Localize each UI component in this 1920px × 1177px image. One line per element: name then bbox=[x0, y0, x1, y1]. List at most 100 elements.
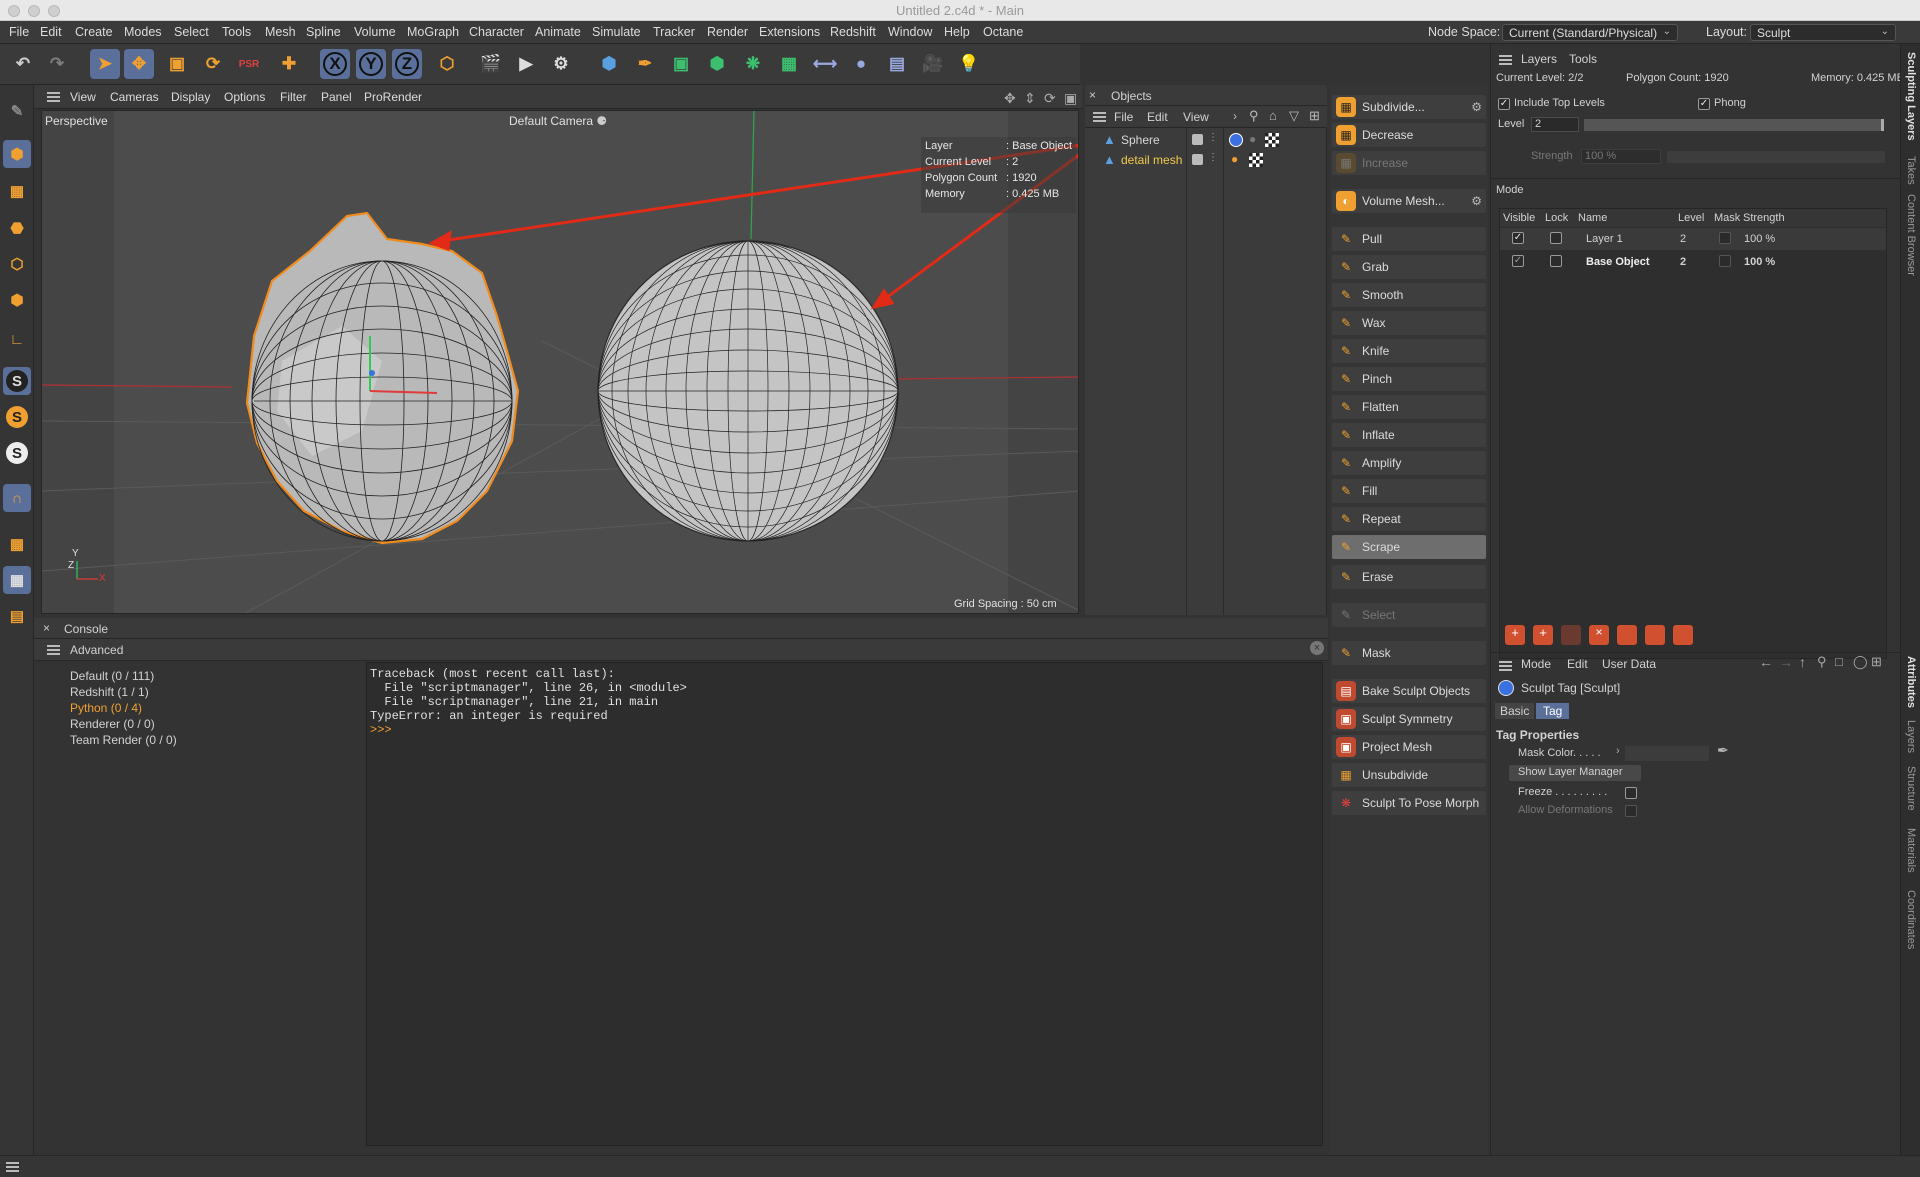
decrease-button[interactable]: ▦ Decrease bbox=[1332, 123, 1486, 147]
include-top-levels-checkbox[interactable]: ✓ bbox=[1498, 98, 1510, 110]
allow-deformations-checkbox[interactable] bbox=[1625, 805, 1637, 817]
brush-erase-button[interactable]: ✎ Erase bbox=[1332, 565, 1486, 589]
brush-amplify-button[interactable]: ✎ Amplify bbox=[1332, 451, 1486, 475]
level-slider-handle[interactable] bbox=[1881, 119, 1884, 131]
layer-visible-checkbox[interactable]: ✓ bbox=[1512, 232, 1524, 244]
home-icon[interactable]: ⌂ bbox=[1269, 108, 1277, 123]
field-button[interactable]: ● bbox=[846, 49, 876, 79]
menu-extensions[interactable]: Extensions bbox=[759, 25, 820, 39]
history-icon[interactable]: ◯ bbox=[1853, 654, 1868, 670]
level-input[interactable]: 2 bbox=[1531, 117, 1579, 132]
mask-color-swatch[interactable] bbox=[1625, 746, 1709, 761]
menu-spline[interactable]: Spline bbox=[306, 25, 341, 39]
new-window-icon[interactable]: ⊞ bbox=[1871, 654, 1882, 670]
brush-inflate-button[interactable]: ✎ Inflate bbox=[1332, 423, 1486, 447]
bake-sculpt-objects-button[interactable]: ▤ Bake Sculpt Objects bbox=[1332, 679, 1486, 703]
pan-icon[interactable]: ✥ bbox=[1004, 90, 1016, 107]
dolly-icon[interactable]: ⇕ bbox=[1024, 90, 1036, 107]
attributes-menu-mode[interactable]: Mode bbox=[1521, 657, 1551, 671]
brush-flatten-button[interactable]: ✎ Flatten bbox=[1332, 395, 1486, 419]
orbit-icon[interactable]: ⟳ bbox=[1044, 90, 1056, 107]
layer-visibility-icon[interactable] bbox=[1192, 154, 1203, 165]
objects-menu-file[interactable]: File bbox=[1114, 110, 1133, 124]
node-space-dropdown[interactable]: Current (Standard/Physical) ⌄ bbox=[1502, 24, 1678, 41]
locked-workplane-button[interactable]: ▦ bbox=[3, 566, 31, 594]
clear-layer-icon[interactable]: × bbox=[1589, 625, 1609, 645]
forward-arrow-icon[interactable]: → bbox=[1779, 654, 1793, 670]
texture-tag-icon[interactable] bbox=[1249, 153, 1263, 167]
up-arrow-icon[interactable]: ↑ bbox=[1799, 654, 1806, 670]
table-row[interactable]: ✓ Base Object 2 100 % bbox=[1500, 251, 1886, 273]
viewport-menu-panel[interactable]: Panel bbox=[321, 90, 352, 104]
sculpt-tag-icon[interactable] bbox=[1229, 133, 1243, 147]
clear-console-icon[interactable]: × bbox=[1310, 641, 1324, 655]
object-row-detail-mesh[interactable]: ▲ detail mesh ⋮ ● bbox=[1085, 152, 1325, 170]
cube-object-button[interactable]: ⬢ bbox=[594, 49, 624, 79]
chevron-right-icon[interactable]: › bbox=[1616, 745, 1620, 757]
menu-simulate[interactable]: Simulate bbox=[592, 25, 641, 39]
channel-default[interactable]: Default (0 / 111) bbox=[70, 669, 154, 683]
menu-edit[interactable]: Edit bbox=[40, 25, 62, 39]
volume-mesh-button[interactable]: ◐ Volume Mesh... ⚙ bbox=[1332, 189, 1486, 213]
workplane-button[interactable]: ▦ bbox=[3, 530, 31, 558]
perspective-viewport[interactable]: Perspective Default Camera ⚈ Layer : Bas… bbox=[41, 110, 1079, 614]
subdivide-button[interactable]: ▦ Subdivide... ⚙ bbox=[1332, 95, 1486, 119]
scale-tool-button[interactable]: ▣ bbox=[162, 49, 192, 79]
level-slider[interactable] bbox=[1584, 119, 1884, 131]
objects-menu-edit[interactable]: Edit bbox=[1147, 110, 1168, 124]
menu-redshift[interactable]: Redshift bbox=[830, 25, 876, 39]
phong-checkbox[interactable]: ✓ bbox=[1698, 98, 1710, 110]
move-tool-button[interactable]: ✥ bbox=[124, 49, 154, 79]
search-icon[interactable]: ⚲ bbox=[1249, 108, 1259, 124]
render-to-picture-viewer-button[interactable]: ▶ bbox=[511, 49, 541, 79]
attributes-menu-user-data[interactable]: User Data bbox=[1602, 657, 1656, 671]
channel-team-render[interactable]: Team Render (0 / 0) bbox=[70, 733, 177, 747]
pen-tool-button[interactable]: ✒ bbox=[630, 49, 660, 79]
menu-volume[interactable]: Volume bbox=[354, 25, 396, 39]
mask-brush-button[interactable]: ✎ Mask bbox=[1332, 641, 1486, 665]
hamburger-icon[interactable] bbox=[47, 645, 60, 655]
sculpt-to-pose-morph-button[interactable]: ❋ Sculpt To Pose Morph bbox=[1332, 791, 1486, 815]
brush-knife-button[interactable]: ✎ Knife bbox=[1332, 339, 1486, 363]
menu-animate[interactable]: Animate bbox=[535, 25, 581, 39]
camera-button[interactable]: 🎥 bbox=[918, 49, 948, 79]
edges-mode-button[interactable]: ⬡ bbox=[3, 250, 31, 278]
magnet-button[interactable]: ∩ bbox=[3, 484, 31, 512]
brush-pull-button[interactable]: ✎ Pull bbox=[1332, 227, 1486, 251]
brush-scrape-button[interactable]: ✎ Scrape bbox=[1332, 535, 1486, 559]
hamburger-icon[interactable] bbox=[1093, 112, 1106, 122]
y-axis-button[interactable]: Y bbox=[356, 49, 386, 79]
project-mesh-button[interactable]: ▣ Project Mesh bbox=[1332, 735, 1486, 759]
z-axis-button[interactable]: Z bbox=[392, 49, 422, 79]
side-tab-takes[interactable]: Takes bbox=[1905, 156, 1917, 185]
detail-mesh-object[interactable] bbox=[245, 211, 520, 545]
live-selection-button[interactable]: ➤ bbox=[90, 49, 120, 79]
menu-render[interactable]: Render bbox=[707, 25, 748, 39]
unsubdivide-button[interactable]: ▦ Unsubdivide bbox=[1332, 763, 1486, 787]
viewport-menu-filter[interactable]: Filter bbox=[280, 90, 307, 104]
channel-renderer[interactable]: Renderer (0 / 0) bbox=[70, 717, 155, 731]
viewport-menu-cameras[interactable]: Cameras bbox=[110, 90, 159, 104]
brush-smooth-button[interactable]: ✎ Smooth bbox=[1332, 283, 1486, 307]
viewport-menu-view[interactable]: View bbox=[70, 90, 96, 104]
select-brush-button[interactable]: ✎ Select bbox=[1332, 603, 1486, 627]
transform-tool-button[interactable]: ✚ bbox=[274, 49, 304, 79]
camera-label[interactable]: Default Camera ⚈ bbox=[509, 114, 607, 128]
brush-fill-button[interactable]: ✎ Fill bbox=[1332, 479, 1486, 503]
attributes-tab-basic[interactable]: Basic bbox=[1495, 703, 1535, 719]
layout-dropdown[interactable]: Sculpt ⌄ bbox=[1750, 24, 1896, 41]
layer-visible-checkbox[interactable]: ✓ bbox=[1512, 255, 1524, 267]
subdivision-surface-button[interactable]: ▣ bbox=[666, 49, 696, 79]
brush-pinch-button[interactable]: ✎ Pinch bbox=[1332, 367, 1486, 391]
chevron-right-icon[interactable]: › bbox=[1233, 109, 1237, 123]
redo-button[interactable]: ↷ bbox=[42, 49, 72, 79]
texture-tag-icon[interactable] bbox=[1265, 133, 1279, 147]
add-layer-icon[interactable]: + bbox=[1505, 625, 1525, 645]
visibility-dots-icon[interactable]: ⋮ bbox=[1208, 152, 1218, 163]
menu-mograph[interactable]: MoGraph bbox=[407, 25, 459, 39]
freeze-checkbox[interactable] bbox=[1625, 787, 1637, 799]
close-panel-icon[interactable]: × bbox=[1089, 88, 1096, 102]
hamburger-icon[interactable] bbox=[1499, 661, 1512, 671]
menu-create[interactable]: Create bbox=[75, 25, 113, 39]
side-tab-materials[interactable]: Materials bbox=[1905, 828, 1917, 873]
